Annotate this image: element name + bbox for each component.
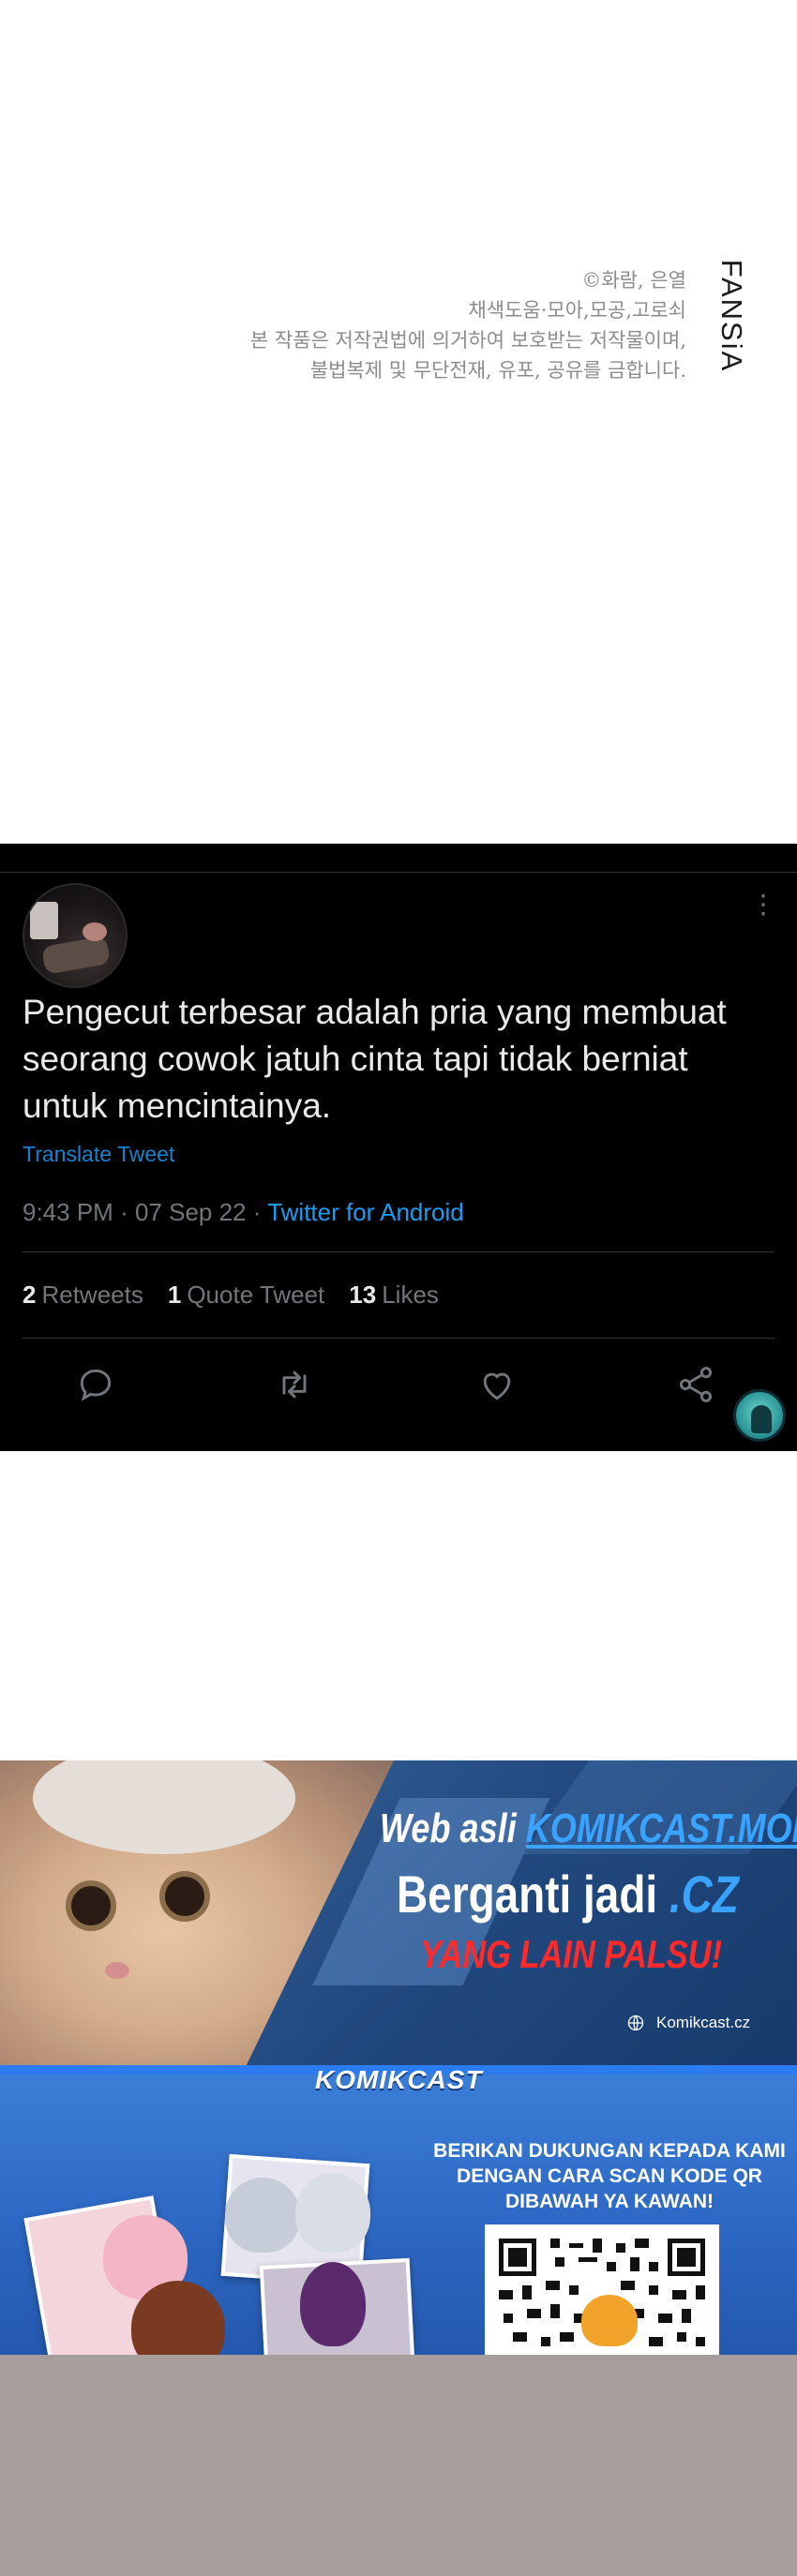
more-vertical-icon[interactable]: ⋮ [750, 891, 776, 928]
tweet-meta: 9:43 PM · 07 Sep 22 · Twitter for Androi… [23, 1198, 464, 1227]
tweet-stats: 2 Retweets 1 Quote Tweet 13 Likes [23, 1281, 439, 1310]
share-icon[interactable] [675, 1364, 722, 1411]
divider [23, 1338, 774, 1339]
banner-warning: YANG LAIN PALSU! [420, 1932, 723, 1976]
banner-line-1: Web asli KOMIKCAST.MOM [380, 1805, 797, 1852]
site-url: Komikcast.cz [656, 2014, 751, 2031]
publisher-name: FANSiA [715, 259, 748, 373]
tweet-text: Pengecut terbesar adalah pria yang membu… [23, 993, 727, 1125]
quote-tweets-stat[interactable]: 1 Quote Tweet [168, 1281, 324, 1310]
globe-icon [627, 2014, 644, 2031]
tweet-date: 07 Sep 22 [134, 1198, 247, 1226]
reply-icon[interactable] [75, 1364, 122, 1411]
avatar[interactable] [23, 883, 128, 988]
publisher-logo: FANSiA [713, 246, 750, 386]
support-message: BERIKAN DUKUNGAN KEPADA KAMI DENGAN CARA… [433, 2140, 786, 2212]
manga-collage [23, 2121, 450, 2356]
like-icon[interactable] [476, 1364, 523, 1411]
copyright-notice: ©화람, 은열 채색도움·모아,모공,고로쇠 본 작품은 저작권법에 의거하여 … [0, 0, 797, 844]
separator: · [120, 1198, 128, 1226]
copyright-line: 불법복제 및 무단전재, 유포, 공유를 금합니다. [309, 359, 686, 382]
translate-tweet-link[interactable]: Translate Tweet [23, 1142, 174, 1167]
tweet-card: ⋮ Pengecut terbesar adalah pria yang mem… [0, 844, 797, 1451]
watermark-badge [733, 1389, 786, 1442]
promo-banner: Web asli KOMIKCAST.MOM Berganti jadi .CZ… [0, 1760, 797, 2070]
blank-footer [0, 2355, 797, 2576]
retweets-stat[interactable]: 2 Retweets [23, 1281, 143, 1310]
divider [0, 872, 797, 873]
banner-line-2: Berganti jadi .CZ [397, 1865, 739, 1924]
support-panel: KOMIKCAST BERIKAN DUKUNGAN KEPADA KAMI D… [0, 2065, 797, 2356]
separator: · [252, 1198, 262, 1226]
mascot-image [581, 2295, 638, 2346]
tweet-source-link[interactable]: Twitter for Android [267, 1198, 464, 1226]
tweet-time: 9:43 PM [23, 1198, 113, 1226]
old-domain: KOMIKCAST.MOM [525, 1805, 797, 1851]
cat-image [0, 1760, 394, 2070]
new-domain: .CZ [669, 1865, 739, 1924]
copyright-text: ©화람, 은열 채색도움·모아,모공,고로쇠 본 작품은 저작권법에 의거하여 … [250, 265, 686, 385]
retweet-icon[interactable] [274, 1364, 321, 1411]
divider [23, 1251, 774, 1252]
likes-stat[interactable]: 13 Likes [349, 1281, 439, 1310]
copyright-line: 채색도움·모아,모공,고로쇠 [468, 299, 686, 322]
copyright-line: ©화람, 은열 [581, 269, 686, 292]
site-link[interactable]: Komikcast.cz [626, 2014, 750, 2032]
copyright-line: 본 작품은 저작권법에 의거하여 보호받는 저작물이며, [249, 329, 686, 352]
tweet-actions [75, 1364, 731, 1411]
komikcast-logo: KOMIKCAST [315, 2065, 483, 2094]
